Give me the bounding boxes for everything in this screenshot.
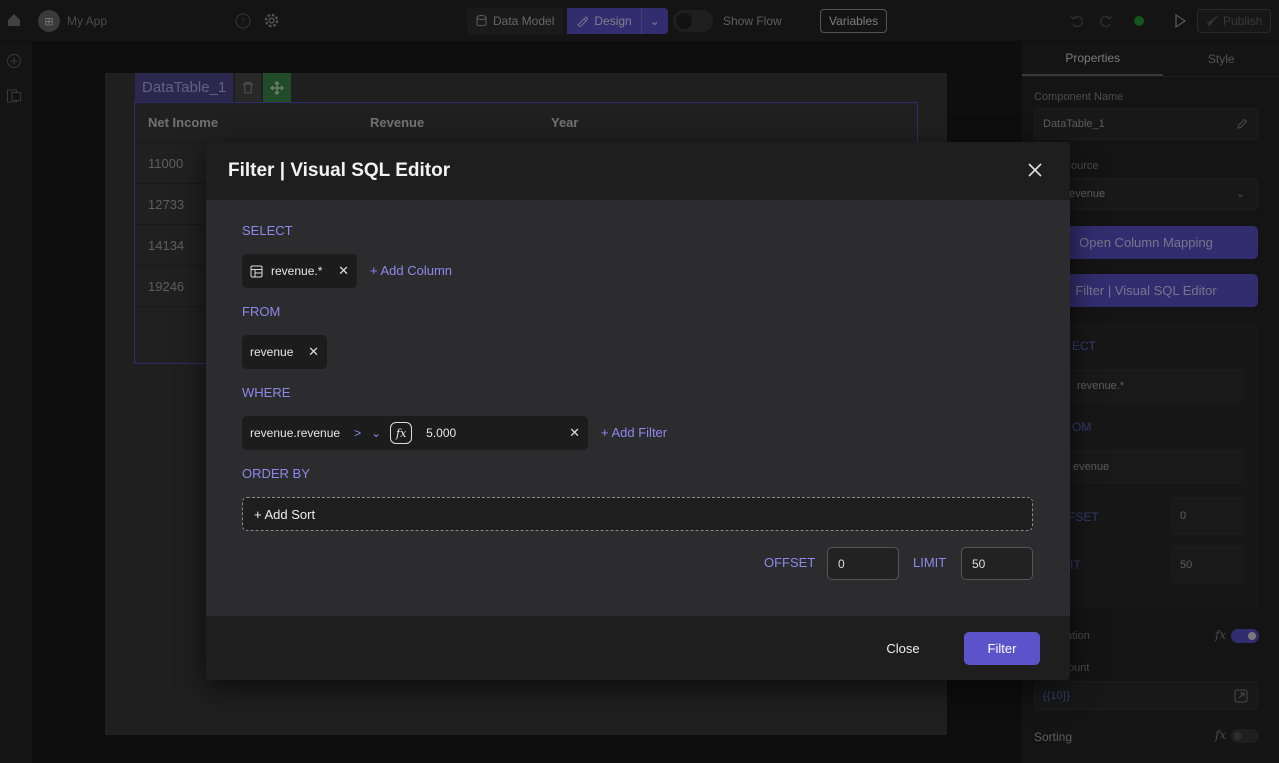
from-section-label: FROM <box>242 304 281 319</box>
where-value-input[interactable]: 5.000 <box>426 426 456 440</box>
close-button[interactable]: Close <box>876 632 930 664</box>
add-sort-button[interactable]: + Add Sort <box>242 497 1033 531</box>
add-column-button[interactable]: + Add Column <box>370 263 452 278</box>
modal-footer <box>206 616 1070 680</box>
visual-sql-editor-modal: Filter | Visual SQL Editor SELECT revenu… <box>206 142 1070 680</box>
modal-title: Filter | Visual SQL Editor <box>228 160 451 181</box>
select-column-chip[interactable]: revenue.* ✕ <box>242 254 357 288</box>
offset-label: OFFSET <box>764 555 816 570</box>
filter-button[interactable]: Filter <box>964 632 1040 665</box>
table-icon <box>250 265 263 277</box>
select-section-label: SELECT <box>242 223 293 238</box>
close-icon[interactable] <box>1028 160 1042 180</box>
fx-icon[interactable]: fx <box>390 422 413 444</box>
from-table-chip[interactable]: revenue ✕ <box>242 335 327 369</box>
order-by-section-label: ORDER BY <box>242 466 310 481</box>
where-operator[interactable]: > <box>354 426 361 440</box>
from-table-value: revenue <box>250 345 294 359</box>
select-column-value: revenue.* <box>271 264 323 278</box>
add-filter-button[interactable]: + Add Filter <box>601 425 667 440</box>
where-section-label: WHERE <box>242 385 291 400</box>
where-field[interactable]: revenue.revenue <box>250 426 340 440</box>
limit-label: LIMIT <box>913 555 947 570</box>
remove-icon[interactable]: ✕ <box>308 344 319 360</box>
modal-header: Filter | Visual SQL Editor <box>206 142 1070 200</box>
where-condition: revenue.revenue > ⌄ fx 5.000 ✕ <box>242 416 588 450</box>
remove-icon[interactable]: ✕ <box>569 425 580 441</box>
limit-input[interactable]: 50 <box>961 547 1033 580</box>
remove-icon[interactable]: ✕ <box>338 263 349 279</box>
chevron-down-icon[interactable]: ⌄ <box>371 426 381 440</box>
offset-input[interactable]: 0 <box>827 547 899 580</box>
